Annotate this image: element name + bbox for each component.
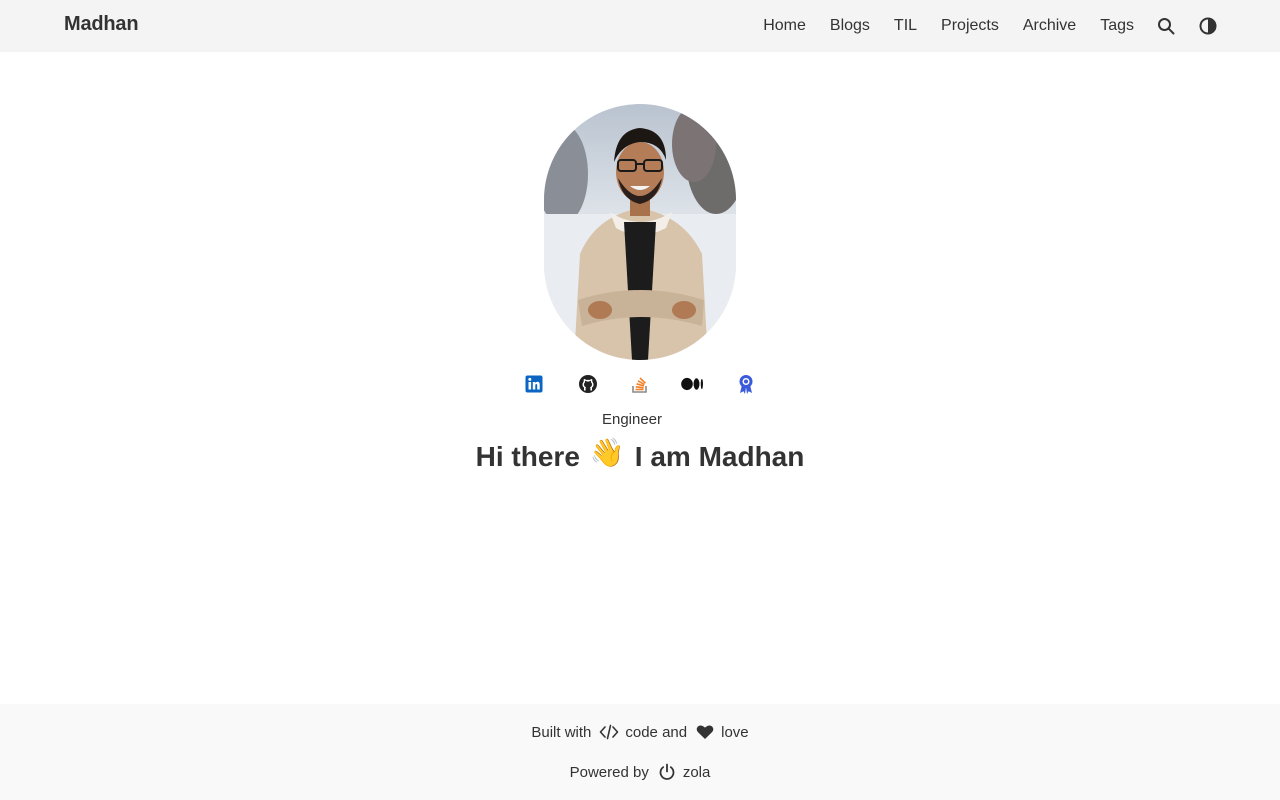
nav-home[interactable]: Home: [763, 17, 806, 35]
linkedin-icon[interactable]: [522, 372, 546, 396]
intro-text: I am Madhan: [634, 440, 805, 472]
greeting-text: Hi there: [475, 440, 580, 472]
heart-icon: [695, 722, 715, 742]
powered-prefix: Powered by: [569, 763, 649, 781]
role-text: Engineer: [601, 411, 663, 428]
certification-icon[interactable]: [734, 372, 758, 396]
site-header: Madhan Home Blogs TIL Projects Archive T…: [0, 0, 1280, 52]
code-icon: [599, 722, 619, 742]
zola-link[interactable]: zola: [683, 764, 711, 781]
nav-til[interactable]: TIL: [894, 17, 917, 35]
power-icon: [657, 762, 677, 782]
built-code-text: code and: [625, 723, 688, 741]
site-footer: Built with code and love Powered by zola: [0, 704, 1280, 800]
main-nav: Home Blogs TIL Projects Archive Tags: [763, 0, 1218, 52]
profile-photo: [544, 104, 736, 360]
built-prefix: Built with: [531, 723, 592, 741]
medium-icon[interactable]: [681, 372, 705, 396]
main-content: Engineer Hi there 👋 I am Madhan: [0, 52, 1280, 704]
github-icon[interactable]: [576, 372, 600, 396]
nav-tags[interactable]: Tags: [1100, 17, 1134, 35]
search-icon[interactable]: [1156, 16, 1176, 36]
nav-blogs[interactable]: Blogs: [830, 17, 870, 35]
social-links: [520, 372, 760, 396]
built-love-text: love: [721, 723, 749, 741]
nav-projects[interactable]: Projects: [941, 17, 999, 35]
page-title: Hi there 👋 I am Madhan: [0, 437, 1280, 473]
brand-logo[interactable]: Madhan: [64, 13, 139, 36]
stackoverflow-icon[interactable]: [628, 372, 652, 396]
theme-toggle-icon[interactable]: [1198, 16, 1218, 36]
footer-built-line: Built with code and love: [0, 722, 1280, 742]
footer-powered-line: Powered by zola: [0, 762, 1280, 782]
nav-archive[interactable]: Archive: [1023, 17, 1076, 35]
wave-emoji-icon: 👋: [589, 437, 625, 468]
